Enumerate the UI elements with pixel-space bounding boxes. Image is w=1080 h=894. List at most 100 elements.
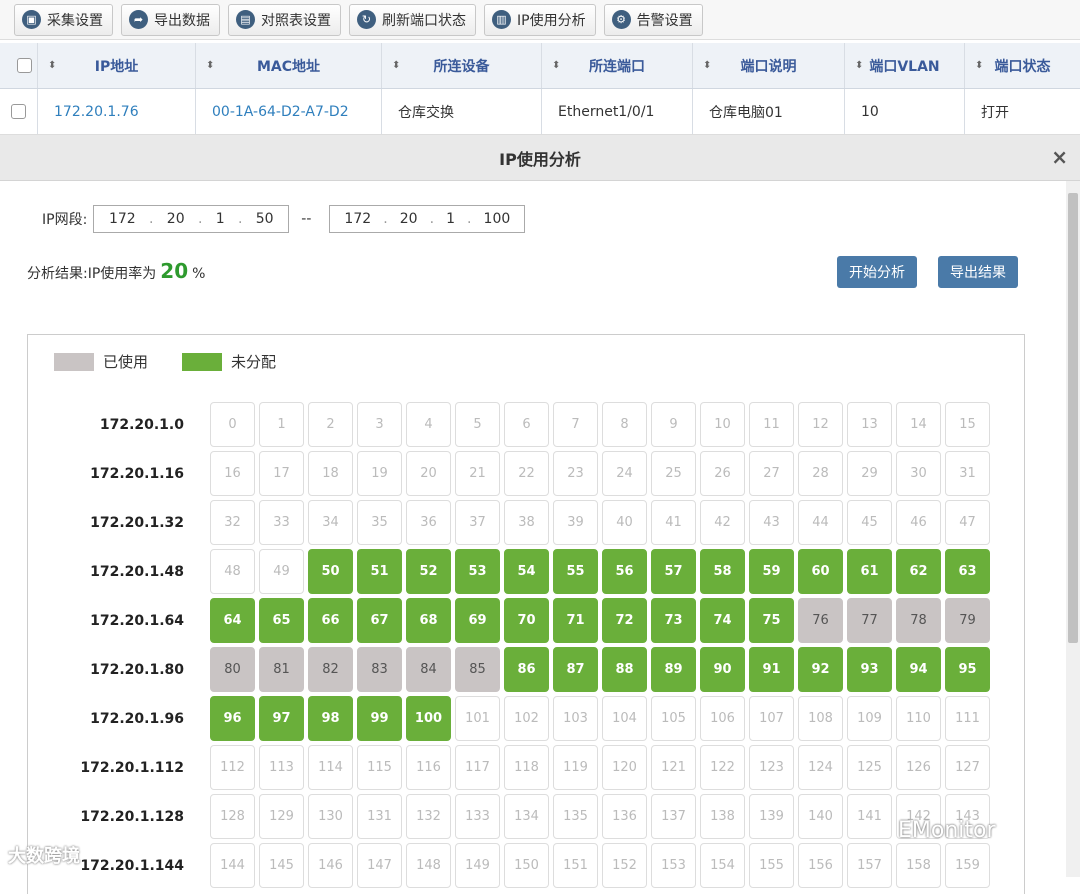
ip-cell[interactable]: 151 xyxy=(553,843,598,888)
ip-cell[interactable]: 159 xyxy=(945,843,990,888)
ip-cell[interactable]: 66 xyxy=(308,598,353,643)
ip-cell[interactable]: 56 xyxy=(602,549,647,594)
ip-cell[interactable]: 96 xyxy=(210,696,255,741)
ip-cell[interactable]: 154 xyxy=(700,843,745,888)
ip-cell[interactable]: 76 xyxy=(798,598,843,643)
ip-cell[interactable]: 80 xyxy=(210,647,255,692)
header-port[interactable]: ⬍ 所连端口 xyxy=(542,43,693,88)
ip-cell[interactable]: 31 xyxy=(945,451,990,496)
ip-cell[interactable]: 55 xyxy=(553,549,598,594)
ip-cell[interactable]: 25 xyxy=(651,451,696,496)
ip-cell[interactable]: 22 xyxy=(504,451,549,496)
export-data-button[interactable]: ➦ 导出数据 xyxy=(121,3,220,36)
ip-cell[interactable]: 4 xyxy=(406,402,451,447)
ip-cell[interactable]: 7 xyxy=(553,402,598,447)
collect-settings-button[interactable]: ▣ 采集设置 xyxy=(14,3,113,36)
ip-cell[interactable]: 131 xyxy=(357,794,402,839)
ip-cell[interactable]: 148 xyxy=(406,843,451,888)
ip-cell[interactable]: 105 xyxy=(651,696,696,741)
table-row[interactable]: 172.20.1.76 00-1A-64-D2-A7-D2 仓库交换 Ether… xyxy=(0,89,1080,135)
ip-cell[interactable]: 2 xyxy=(308,402,353,447)
ip-cell[interactable]: 153 xyxy=(651,843,696,888)
scrollbar[interactable] xyxy=(1066,181,1080,877)
ip-cell[interactable]: 83 xyxy=(357,647,402,692)
ip-cell[interactable]: 41 xyxy=(651,500,696,545)
header-checkbox-cell[interactable] xyxy=(0,43,38,88)
ip-cell[interactable]: 15 xyxy=(945,402,990,447)
ip-cell[interactable]: 48 xyxy=(210,549,255,594)
ip-cell[interactable]: 139 xyxy=(749,794,794,839)
ip-cell[interactable]: 107 xyxy=(749,696,794,741)
ip-cell[interactable]: 146 xyxy=(308,843,353,888)
header-desc[interactable]: ⬍ 端口说明 xyxy=(693,43,845,88)
ip-cell[interactable]: 0 xyxy=(210,402,255,447)
ip-cell[interactable]: 82 xyxy=(308,647,353,692)
ip-cell[interactable]: 17 xyxy=(259,451,304,496)
ip-cell[interactable]: 46 xyxy=(896,500,941,545)
ip-cell[interactable]: 99 xyxy=(357,696,402,741)
ip-cell[interactable]: 16 xyxy=(210,451,255,496)
ip-cell[interactable]: 121 xyxy=(651,745,696,790)
ip-cell[interactable]: 62 xyxy=(896,549,941,594)
ip-cell[interactable]: 134 xyxy=(504,794,549,839)
ip-cell[interactable]: 49 xyxy=(259,549,304,594)
ip-cell[interactable]: 150 xyxy=(504,843,549,888)
ip-cell[interactable]: 37 xyxy=(455,500,500,545)
ip-cell[interactable]: 42 xyxy=(700,500,745,545)
ip-analysis-button[interactable]: ▥ IP使用分析 xyxy=(484,3,596,36)
ip-cell[interactable]: 64 xyxy=(210,598,255,643)
row-checkbox-cell[interactable] xyxy=(0,89,38,134)
ip-cell[interactable]: 114 xyxy=(308,745,353,790)
ip-cell[interactable]: 69 xyxy=(455,598,500,643)
ip-cell[interactable]: 11 xyxy=(749,402,794,447)
ip-cell[interactable]: 127 xyxy=(945,745,990,790)
mapping-table-button[interactable]: ▤ 对照表设置 xyxy=(228,3,341,36)
row-checkbox[interactable] xyxy=(11,104,26,119)
ip-cell[interactable]: 113 xyxy=(259,745,304,790)
ip-cell[interactable]: 57 xyxy=(651,549,696,594)
ip-cell[interactable]: 101 xyxy=(455,696,500,741)
ip-cell[interactable]: 91 xyxy=(749,647,794,692)
ip-cell[interactable]: 120 xyxy=(602,745,647,790)
header-device[interactable]: ⬍ 所连设备 xyxy=(382,43,542,88)
alarm-settings-button[interactable]: ⚙ 告警设置 xyxy=(603,3,703,36)
ip-cell[interactable]: 71 xyxy=(553,598,598,643)
ip-cell[interactable]: 30 xyxy=(896,451,941,496)
ip-cell[interactable]: 19 xyxy=(357,451,402,496)
ip-cell[interactable]: 24 xyxy=(602,451,647,496)
ip-cell[interactable]: 74 xyxy=(700,598,745,643)
ip-cell[interactable]: 112 xyxy=(210,745,255,790)
ip-cell[interactable]: 125 xyxy=(847,745,892,790)
end-ip-input[interactable]: 172. 20. 1. 100 xyxy=(329,205,526,233)
ip-cell[interactable]: 10 xyxy=(700,402,745,447)
ip-cell[interactable]: 9 xyxy=(651,402,696,447)
ip-cell[interactable]: 32 xyxy=(210,500,255,545)
ip-cell[interactable]: 95 xyxy=(945,647,990,692)
ip-cell[interactable]: 92 xyxy=(798,647,843,692)
ip-cell[interactable]: 81 xyxy=(259,647,304,692)
ip-cell[interactable]: 100 xyxy=(406,696,451,741)
ip-cell[interactable]: 136 xyxy=(602,794,647,839)
ip-cell[interactable]: 43 xyxy=(749,500,794,545)
ip-cell[interactable]: 123 xyxy=(749,745,794,790)
header-ip[interactable]: ⬍ IP地址 xyxy=(38,43,196,88)
ip-cell[interactable]: 54 xyxy=(504,549,549,594)
ip-cell[interactable]: 68 xyxy=(406,598,451,643)
ip-cell[interactable]: 75 xyxy=(749,598,794,643)
ip-cell[interactable]: 59 xyxy=(749,549,794,594)
ip-cell[interactable]: 129 xyxy=(259,794,304,839)
ip-cell[interactable]: 1 xyxy=(259,402,304,447)
ip-cell[interactable]: 21 xyxy=(455,451,500,496)
ip-cell[interactable]: 144 xyxy=(210,843,255,888)
ip-cell[interactable]: 126 xyxy=(896,745,941,790)
ip-cell[interactable]: 147 xyxy=(357,843,402,888)
dialog-title-bar[interactable]: IP使用分析 × xyxy=(0,135,1080,181)
ip-cell[interactable]: 111 xyxy=(945,696,990,741)
ip-cell[interactable]: 152 xyxy=(602,843,647,888)
ip-cell[interactable]: 138 xyxy=(700,794,745,839)
ip-cell[interactable]: 98 xyxy=(308,696,353,741)
ip-cell[interactable]: 149 xyxy=(455,843,500,888)
ip-cell[interactable]: 35 xyxy=(357,500,402,545)
ip-cell[interactable]: 97 xyxy=(259,696,304,741)
ip-cell[interactable]: 88 xyxy=(602,647,647,692)
